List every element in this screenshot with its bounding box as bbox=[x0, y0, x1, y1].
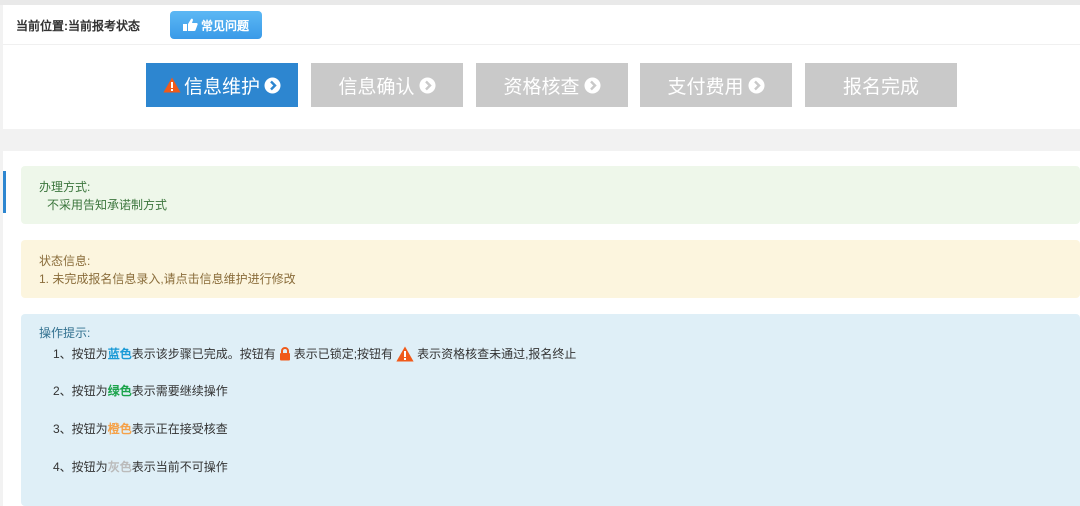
breadcrumb-text: 当前位置:当前报考状态 bbox=[16, 17, 140, 34]
tips-panel: 操作提示: 1、按钮为 蓝色 表示该步骤已完成。按钮有 表示已锁定;按钮有 表示资格… bbox=[21, 314, 1080, 506]
status-panel: 状态信息: 1. 未完成报名信息录入,请点击信息维护进行修改 bbox=[21, 240, 1080, 298]
color-word-orange: 橙色 bbox=[107, 422, 132, 436]
color-word-grey: 灰色 bbox=[107, 460, 132, 474]
chevron-circle-right-icon bbox=[264, 77, 281, 93]
status-title: 状态信息: bbox=[39, 254, 91, 268]
tip-text: 表示该步骤已完成。按钮有 bbox=[131, 347, 276, 361]
pointing-hand-icon bbox=[183, 18, 198, 31]
tips-title: 操作提示: bbox=[39, 326, 91, 340]
step-qualification-check[interactable]: 资格核查 bbox=[476, 63, 628, 107]
tip-item-4: 4、按钮为 灰色 表示当前不可操作 bbox=[39, 457, 1080, 477]
tip-text: 表示资格核查未通过,报名终止 bbox=[417, 347, 577, 361]
warning-icon bbox=[396, 346, 414, 362]
chevron-circle-right-icon bbox=[584, 77, 600, 93]
lock-icon bbox=[279, 347, 290, 361]
color-word-blue: 蓝色 bbox=[107, 347, 132, 361]
tip-text: 表示需要继续操作 bbox=[131, 384, 228, 398]
color-word-green: 绿色 bbox=[107, 384, 132, 398]
breadcrumb: 当前位置:当前报考状态 常见问题 bbox=[3, 5, 1080, 45]
tip-item-3: 3、按钮为 橙色 表示正在接受核查 bbox=[39, 419, 1080, 439]
method-text: 不采用告知承诺制方式 bbox=[47, 198, 168, 212]
tip-text: 表示正在接受核查 bbox=[131, 422, 228, 436]
content-area: 办理方式: 不采用告知承诺制方式 状态信息: 1. 未完成报名信息录入,请点击信… bbox=[3, 151, 1080, 506]
faq-button[interactable]: 常见问题 bbox=[170, 11, 262, 39]
method-panel: 办理方式: 不采用告知承诺制方式 bbox=[21, 166, 1080, 224]
tip-prefix: 3、按钮为 bbox=[53, 422, 108, 436]
step-label: 支付费用 bbox=[667, 76, 744, 98]
step-info-confirm[interactable]: 信息确认 bbox=[311, 63, 463, 107]
faq-button-label: 常见问题 bbox=[201, 18, 250, 33]
step-info-maintain[interactable]: 信息维护 bbox=[146, 63, 298, 107]
step-label: 报名完成 bbox=[842, 76, 919, 98]
tip-text: 表示已锁定;按钮有 bbox=[293, 347, 394, 361]
tip-item-2: 2、按钮为 绿色 表示需要继续操作 bbox=[39, 381, 1080, 401]
tip-prefix: 4、按钮为 bbox=[53, 460, 108, 474]
chevron-circle-right-icon bbox=[419, 77, 435, 93]
warning-icon bbox=[163, 77, 181, 93]
status-text: 1. 未完成报名信息录入,请点击信息维护进行修改 bbox=[39, 272, 296, 286]
tip-prefix: 2、按钮为 bbox=[53, 384, 108, 398]
breadcrumb-current: 当前报考状态 bbox=[68, 19, 141, 33]
left-accent-bar bbox=[3, 171, 6, 213]
method-title: 办理方式: bbox=[39, 180, 91, 194]
step-payment[interactable]: 支付费用 bbox=[640, 63, 792, 107]
step-label: 信息维护 bbox=[183, 76, 260, 98]
step-registration-complete[interactable]: 报名完成 bbox=[805, 63, 957, 107]
tip-prefix: 1、按钮为 bbox=[53, 347, 108, 361]
step-label: 信息确认 bbox=[338, 76, 415, 98]
step-label: 资格核查 bbox=[503, 76, 580, 98]
chevron-circle-right-icon bbox=[748, 77, 764, 93]
tip-item-1: 1、按钮为 蓝色 表示该步骤已完成。按钮有 表示已锁定;按钮有 表示资格核查未通过,… bbox=[39, 344, 1080, 364]
breadcrumb-label: 当前位置: bbox=[16, 19, 68, 33]
tip-text: 表示当前不可操作 bbox=[131, 460, 228, 474]
header-panel: 当前位置:当前报考状态 常见问题 信息维护 信息确认 资格核查 支付费用 报名完… bbox=[3, 5, 1080, 129]
